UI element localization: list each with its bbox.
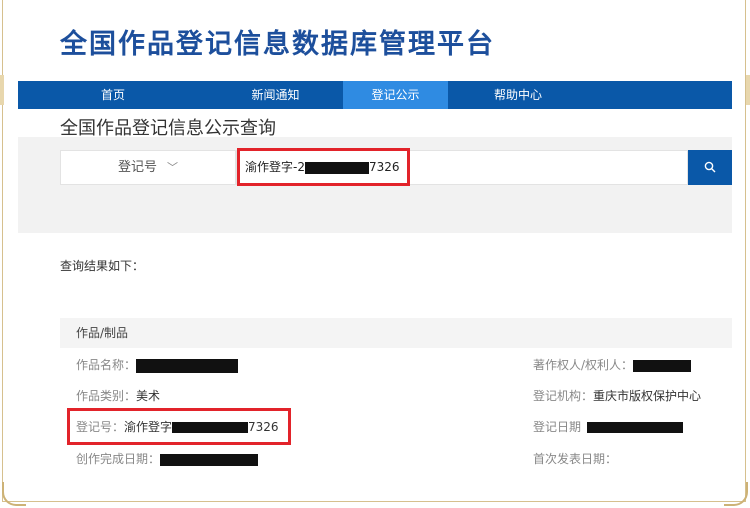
frame-corner-bottom-right [724,482,748,506]
reg-date-label: 登记日期 [533,420,582,434]
work-name-label: 作品名称： [76,358,137,372]
redaction-bar [160,453,259,466]
field-copyright-owner: 著作权人/权利人： [533,357,692,373]
highlight-box-search [237,148,410,186]
field-work-name: 作品名称： [76,357,239,373]
search-type-dropdown[interactable]: 登记号 ﹀ [60,150,236,185]
copyright-owner-label: 著作权人/权利人： [533,358,634,372]
frame-corner-bottom-left [2,482,26,506]
redaction-bar [136,358,239,373]
nav-news[interactable]: 新闻通知 [208,81,343,109]
field-registration-date: 登记日期 [533,419,684,435]
frame-ornament-left [0,75,4,105]
chevron-down-icon: ﹀ [167,161,178,174]
frame-ornament-right [746,75,750,105]
category-label: 作品类别： [76,389,137,403]
completion-date-label: 创作完成日期： [76,452,161,466]
results-label: 查询结果如下： [60,259,145,273]
redaction-bar [587,422,684,433]
first-pub-date-label: 首次发表日期： [533,452,618,466]
highlight-box-registration-number [67,408,291,445]
search-icon [704,161,716,173]
site-title: 全国作品登记信息数据库管理平台 [60,29,495,60]
registry-org-value: 重庆市版权保护中心 [593,389,702,403]
field-completion-date: 创作完成日期： [76,451,259,467]
main-nav: 首页 新闻通知 登记公示 帮助中心 [18,81,732,109]
field-registry-org: 登记机构：重庆市版权保护中心 [533,388,701,404]
search-button[interactable] [688,150,732,185]
search-type-label: 登记号 [117,160,157,175]
redaction-bar [633,359,692,372]
nav-registration-notice[interactable]: 登记公示 [343,81,448,109]
category-value: 美术 [136,389,161,403]
nav-help-center[interactable]: 帮助中心 [448,81,588,109]
section-header-work: 作品/制品 [60,318,732,348]
field-category: 作品类别：美术 [76,388,160,404]
registry-org-label: 登记机构： [533,389,594,403]
field-first-publication-date: 首次发表日期： [533,451,617,467]
nav-home[interactable]: 首页 [18,81,208,109]
